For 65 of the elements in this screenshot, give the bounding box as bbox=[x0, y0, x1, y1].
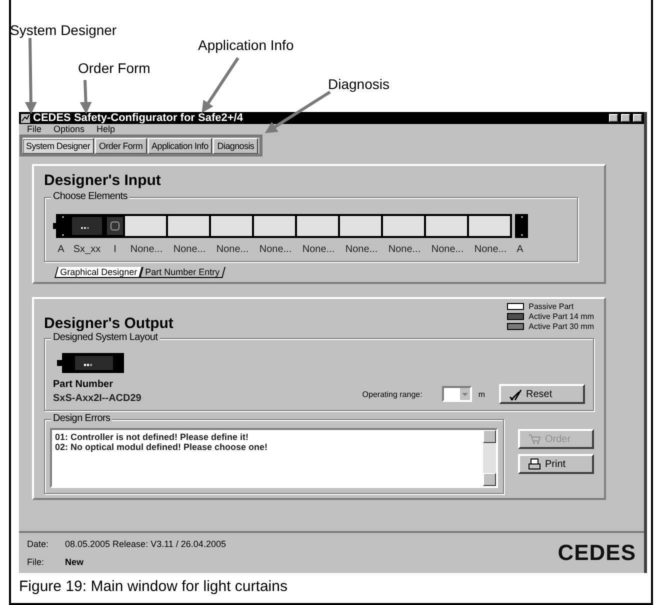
menu-item[interactable]: Options bbox=[54, 124, 85, 134]
cart-icon bbox=[528, 433, 541, 445]
unit-label: m bbox=[478, 390, 485, 398]
element-label: None... bbox=[474, 244, 507, 255]
callout-arrow bbox=[80, 80, 92, 114]
element-label: A bbox=[516, 244, 524, 255]
close-button[interactable] bbox=[633, 114, 642, 122]
group-label: Design Errors bbox=[51, 413, 112, 424]
element-label: None... bbox=[130, 244, 163, 255]
figure-caption: Figure 19: Main window for light curtains bbox=[19, 578, 288, 595]
element-label: None... bbox=[345, 244, 378, 255]
part-number-label: Part Number bbox=[53, 379, 114, 390]
callout-label: Diagnosis bbox=[328, 76, 390, 92]
element-label: A bbox=[58, 244, 64, 255]
legend-label: Active Part 30 mm bbox=[528, 322, 594, 331]
element-label: None... bbox=[173, 244, 206, 255]
part-number-value: SxS-Axx2I--ACD29 bbox=[53, 393, 142, 404]
tab[interactable]: Diagnosis bbox=[213, 138, 258, 154]
end-cap-icon[interactable] bbox=[512, 214, 528, 238]
element-label: Sx_xx bbox=[73, 244, 101, 255]
print-button[interactable]: Print bbox=[518, 454, 594, 474]
panel-title: Designer's Input bbox=[44, 172, 162, 189]
logo: CEDES bbox=[558, 540, 636, 566]
caret-icon bbox=[460, 388, 470, 400]
menu-item[interactable]: Help bbox=[96, 124, 116, 134]
errors-box[interactable]: 01: Controller is not defined! Please define it! 02: No optical modul defined! Please choose one! bbox=[50, 428, 498, 488]
status-value: 08.05.2005 Release: V3.11 / 26.04.2005 bbox=[65, 538, 227, 549]
minimize-button[interactable] bbox=[609, 114, 618, 122]
status-label: File: bbox=[27, 557, 46, 568]
callout-arrow bbox=[264, 90, 331, 134]
legend-label: Passive Part bbox=[528, 302, 574, 311]
interface-icon[interactable] bbox=[105, 214, 125, 238]
group-label: Designed System Layout bbox=[51, 332, 160, 343]
reset-button[interactable]: Reset bbox=[499, 384, 585, 404]
window-title: CEDES Safety-Configurator for Safe2+/4 bbox=[33, 112, 244, 124]
system-layout-icon bbox=[57, 353, 124, 373]
tab[interactable]: Application Info bbox=[148, 138, 212, 154]
element-label: I bbox=[114, 244, 116, 255]
panel-title: Designer's Output bbox=[44, 315, 174, 332]
callout-label: Application Info bbox=[198, 37, 294, 53]
tab[interactable]: Graphical Designer bbox=[54, 267, 143, 278]
end-cap-icon[interactable] bbox=[53, 214, 69, 238]
callout-label: Order Form bbox=[78, 60, 150, 76]
element-label: None... bbox=[302, 244, 335, 255]
range-dropdown[interactable] bbox=[442, 386, 472, 402]
scrollbar[interactable] bbox=[483, 430, 496, 486]
tab[interactable]: System Designer bbox=[22, 138, 94, 154]
element-label: None... bbox=[431, 244, 464, 255]
group-label: Choose Elements bbox=[51, 191, 130, 202]
operating-range-label: Operating range: bbox=[362, 390, 422, 398]
element-label: None... bbox=[216, 244, 249, 255]
status-label: Date: bbox=[27, 538, 50, 549]
error-message: 02: No optical modul defined! Please choose one! bbox=[55, 442, 269, 452]
callout-label: System Designer bbox=[10, 22, 117, 38]
maximize-button[interactable] bbox=[621, 114, 630, 122]
menu-item[interactable]: File bbox=[27, 124, 42, 134]
printer-icon bbox=[528, 458, 541, 470]
status-value: New bbox=[65, 557, 85, 568]
callout-arrow bbox=[202, 57, 240, 113]
element-label: None... bbox=[388, 244, 421, 255]
legend-label: Active Part 14 mm bbox=[528, 312, 594, 321]
element-label: None... bbox=[259, 244, 292, 255]
tab[interactable]: Order Form bbox=[95, 138, 147, 154]
tab[interactable]: Part Number Entry bbox=[140, 267, 226, 278]
error-message: 01: Controller is not defined! Please define it! bbox=[55, 432, 250, 442]
